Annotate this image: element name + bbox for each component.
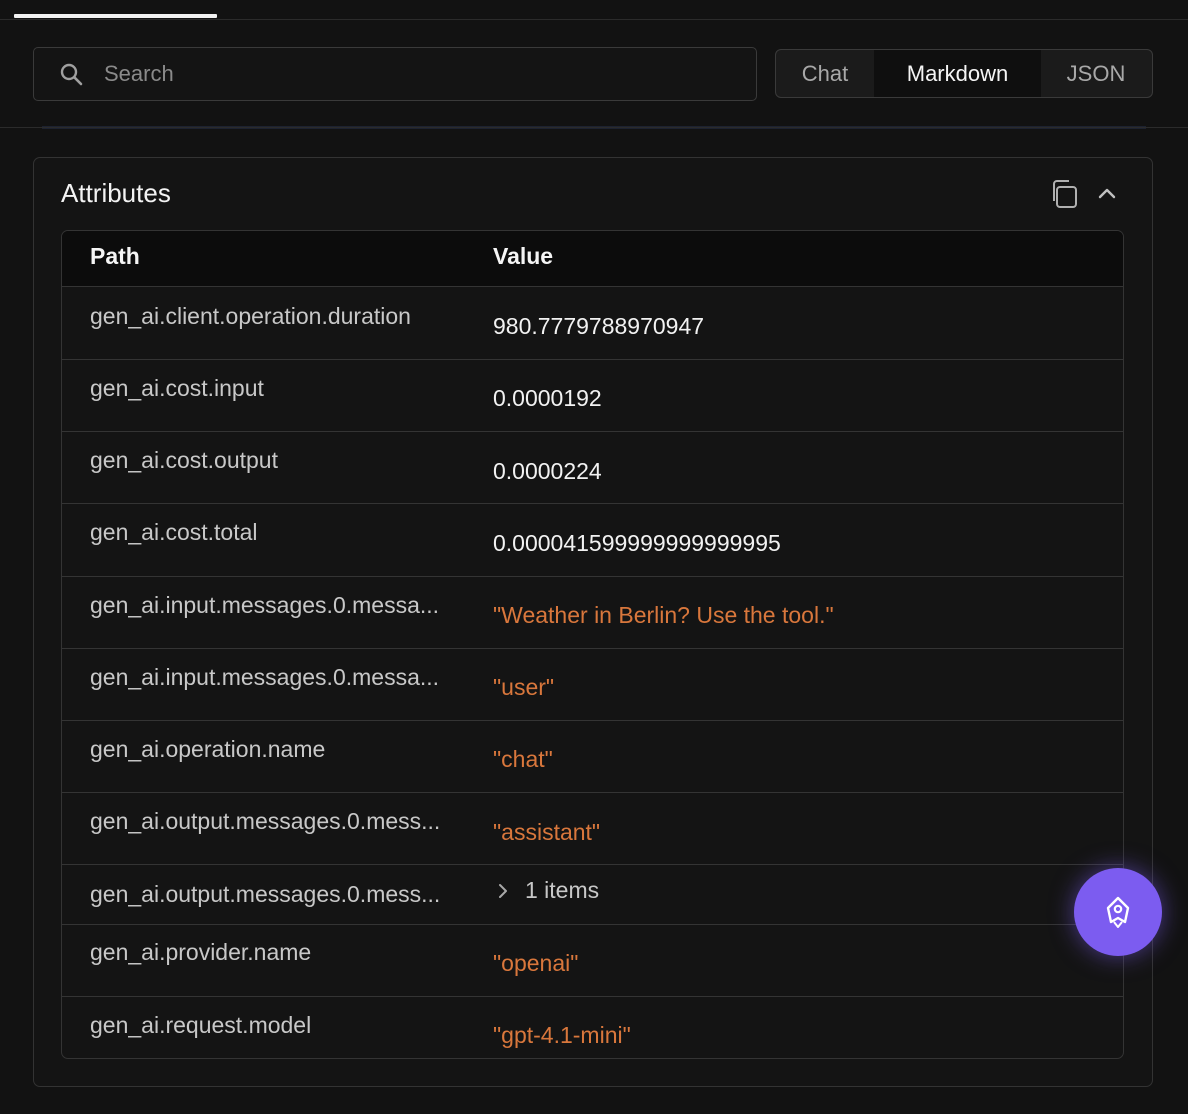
attributes-title: Attributes (61, 178, 171, 208)
attribute-path: gen_ai.output.messages.0.mess... (90, 808, 441, 834)
attribute-path: gen_ai.cost.output (90, 447, 278, 473)
table-row: gen_ai.output.messages.0.mess... 1 items (62, 865, 1123, 925)
table-row: gen_ai.cost.input 0.0000192 (62, 360, 1123, 432)
table-row: gen_ai.input.messages.0.messa... "user" (62, 649, 1123, 721)
attribute-value: 0.0000224 (493, 458, 602, 484)
view-mode-toggle: Chat Markdown JSON (775, 49, 1153, 98)
attribute-path: gen_ai.input.messages.0.messa... (90, 664, 440, 690)
attribute-value: "gpt-4.1-mini" (493, 1022, 631, 1048)
chevron-up-icon[interactable] (1095, 182, 1119, 206)
assistant-fab-button[interactable] (1074, 868, 1162, 956)
view-option-json[interactable]: JSON (1041, 50, 1151, 97)
table-row: gen_ai.provider.name "openai" (62, 925, 1123, 997)
attribute-value: "user" (493, 674, 555, 700)
attributes-table: Path Value gen_ai.client.operation.durat… (61, 230, 1124, 1059)
attribute-path: gen_ai.operation.name (90, 736, 326, 762)
table-header: Path Value (62, 231, 1123, 287)
attribute-value: "Weather in Berlin? Use the tool." (493, 602, 834, 628)
column-header-value: Value (493, 243, 554, 269)
table-row: gen_ai.cost.output 0.0000224 (62, 432, 1123, 504)
attribute-path: gen_ai.provider.name (90, 939, 312, 965)
attributes-card: Attributes Path Value gen_ai.client.oper… (33, 157, 1153, 1087)
active-tab-indicator (14, 14, 217, 18)
attribute-value: "assistant" (493, 819, 601, 845)
table-row: gen_ai.operation.name "chat" (62, 721, 1123, 793)
attributes-panel-page: Chat Markdown JSON Attributes Path Value… (0, 0, 1188, 1114)
table-row: gen_ai.request.model "gpt-4.1-mini" (62, 997, 1123, 1058)
view-option-chat[interactable]: Chat (776, 50, 874, 97)
attribute-path: gen_ai.input.messages.0.messa... (90, 592, 440, 618)
search-input[interactable] (104, 48, 744, 99)
attribute-value: "chat" (493, 746, 553, 772)
attribute-value: "openai" (493, 950, 579, 976)
column-header-path: Path (90, 243, 140, 269)
search-box[interactable] (33, 47, 757, 101)
tab-strip (0, 0, 1188, 20)
table-row: gen_ai.output.messages.0.mess... "assist… (62, 793, 1123, 865)
table-row: gen_ai.input.messages.0.messa... "Weathe… (62, 577, 1123, 649)
attribute-path: gen_ai.cost.total (90, 519, 258, 545)
attribute-path: gen_ai.request.model (90, 1012, 312, 1038)
chevron-right-icon (499, 883, 507, 898)
table-row: gen_ai.client.operation.duration 980.777… (62, 287, 1123, 360)
expand-items-toggle[interactable]: 1 items (493, 877, 599, 904)
table-row: gen_ai.cost.total 0.00004159999999999999… (62, 504, 1123, 577)
attribute-path: gen_ai.cost.input (90, 375, 264, 401)
assistant-icon (1106, 896, 1130, 928)
header-divider (0, 127, 1188, 128)
view-option-markdown[interactable]: Markdown (874, 50, 1041, 97)
attribute-value: 0.0000192 (493, 385, 602, 411)
copy-icon[interactable] (1049, 178, 1079, 210)
attribute-path: gen_ai.output.messages.0.mess... (90, 881, 441, 907)
attribute-path: gen_ai.client.operation.duration (90, 303, 411, 329)
attribute-value: 980.7779788970947 (493, 313, 705, 339)
collapsed-items-count: 1 items (525, 877, 600, 903)
search-icon (60, 63, 83, 86)
attribute-value: 0.000041599999999999995 (493, 530, 781, 556)
